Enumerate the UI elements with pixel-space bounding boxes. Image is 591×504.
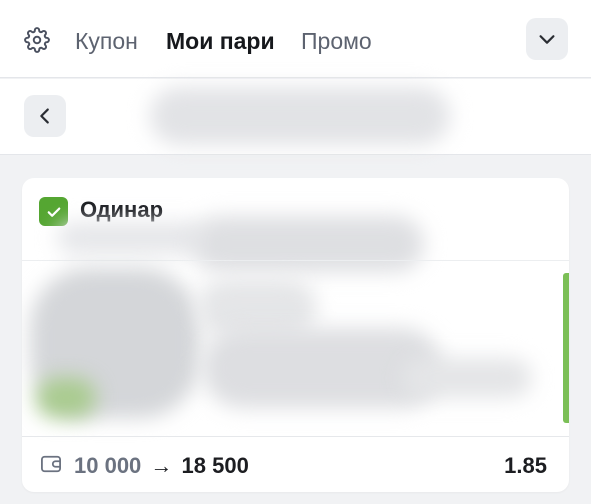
bet-select-checkbox[interactable] (39, 197, 68, 226)
odds-value: 1.85 (504, 453, 547, 478)
tab-my-bets[interactable]: Мои пари (166, 27, 275, 55)
divider (22, 260, 569, 261)
chevron-down-icon (539, 35, 555, 44)
tab-coupon[interactable]: Купон (75, 27, 138, 55)
stake-to-win: 10 000 → 18 500 (74, 453, 249, 479)
redacted-event-name (192, 216, 424, 272)
gear-icon[interactable] (24, 27, 50, 53)
back-button[interactable] (24, 95, 66, 137)
arrow-right-icon: → (150, 453, 173, 478)
tabs-bar: Купон Мои пари Промо (0, 0, 591, 78)
divider (22, 436, 569, 437)
potential-win-amount: 18 500 (181, 453, 249, 478)
checkmark-icon (47, 207, 60, 217)
tab-promo[interactable]: Промо (301, 27, 372, 55)
redacted-header-title (150, 87, 450, 145)
bet-type-label: Одинар (80, 197, 164, 222)
status-indicator-bar (563, 273, 569, 423)
stake-amount: 10 000 (74, 453, 142, 478)
collapse-button[interactable] (526, 18, 568, 60)
chevron-left-icon (40, 108, 49, 124)
bet-card[interactable]: Одинар 10 000 → 18 500 1.85 (22, 178, 569, 492)
redacted-event-name (57, 222, 207, 254)
redacted-bet-details (402, 358, 532, 398)
redacted-bet-details (36, 378, 96, 418)
wallet-icon (41, 455, 61, 473)
subheader (0, 79, 591, 155)
